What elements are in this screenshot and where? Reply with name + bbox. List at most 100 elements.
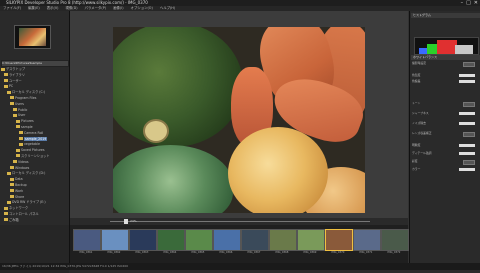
parameter-value-field[interactable] <box>463 62 475 67</box>
folder-tree-label: Pictures <box>21 119 34 124</box>
folder-tree-label: Windows <box>15 165 30 170</box>
folder-icon <box>16 119 20 123</box>
filmstrip-thumbnail[interactable]: IMG_0364 <box>156 227 185 261</box>
filmstrip: IMG_0361 IMG_0362 IMG_0363 IMG_0364 IMG_0365… <box>70 225 409 263</box>
develop-parameter-row[interactable]: 色温度 <box>412 73 479 78</box>
folder-icon <box>4 73 8 77</box>
parameter-value-field[interactable] <box>459 112 475 115</box>
folder-tree-label: Program Files <box>15 95 37 100</box>
folder-tree-label: Work <box>15 188 24 193</box>
histogram-header[interactable]: ヒストグラム <box>411 13 480 18</box>
parameter-label: 明瞭度 <box>412 143 421 147</box>
parameter-label: ディテール強調 <box>412 151 432 155</box>
develop-parameter-row[interactable]: ノイズ除去 <box>412 121 479 126</box>
develop-parameter-row[interactable]: カラー <box>412 167 479 172</box>
white-balance-header[interactable]: ホワイトバランス <box>411 55 480 60</box>
filmstrip-thumbnail[interactable]: IMG_0370 <box>324 227 353 261</box>
develop-parameter-row[interactable]: シャープネス <box>412 111 479 116</box>
thumbnail-caption: IMG_0369 <box>303 251 317 254</box>
develop-parameter-row[interactable]: レンズ収差補正 <box>412 131 479 137</box>
preview-area[interactable] <box>70 11 408 218</box>
folder-tree-label: Data <box>15 177 23 182</box>
parameter-value-field[interactable] <box>459 74 475 77</box>
folder-icon <box>4 218 8 222</box>
filmstrip-thumbnail[interactable]: IMG_0363 <box>128 227 157 261</box>
thumbnail-image <box>353 229 381 251</box>
zoom-slider-handle[interactable] <box>124 219 128 224</box>
thumbnail-caption: IMG_0368 <box>275 251 289 254</box>
folder-icon <box>10 166 14 170</box>
thumbnail-image <box>129 229 157 251</box>
parameter-value-field[interactable] <box>459 122 475 125</box>
folder-tree-item[interactable]: ごみ箱 <box>1 218 67 224</box>
thumbnail-caption: IMG_0361 <box>79 251 93 254</box>
app-window: SILKYPIX Developer Studio Pro 8 (http://… <box>0 0 480 273</box>
folder-tree-label: Share <box>15 194 25 199</box>
filmstrip-thumbnail[interactable]: IMG_0365 <box>184 227 213 261</box>
filmstrip-thumbnail[interactable]: IMG_0361 <box>72 227 101 261</box>
parameter-value-field[interactable] <box>463 102 475 107</box>
folder-icon <box>19 131 23 135</box>
parameter-value-field[interactable] <box>463 160 475 165</box>
develop-parameter-row[interactable]: 明瞭度 <box>412 143 479 148</box>
parameter-label: 色温度 <box>412 73 421 77</box>
parameter-label: カラー <box>412 167 421 171</box>
folder-icon <box>10 96 14 100</box>
parameter-value-field[interactable] <box>459 144 475 147</box>
folder-tree-label: DVD RW ドライブ (E:) <box>12 200 46 205</box>
folder-panel: C:¥Users¥Pictures¥sample デスクトップ ライブラリ ユーザー… <box>0 11 70 273</box>
folder-icon <box>4 206 8 210</box>
folder-tree-label: ローカル ディスク (C:) <box>12 90 46 95</box>
filmstrip-thumbnail[interactable]: IMG_0362 <box>100 227 129 261</box>
folder-tree-label: sample_2019 <box>24 136 48 141</box>
develop-parameter-row[interactable]: 撮影時設定 <box>412 61 479 67</box>
zoom-slider-track[interactable] <box>110 221 370 222</box>
thumbnail-image <box>241 229 269 251</box>
thumbnail-caption: IMG_0367 <box>247 251 261 254</box>
folder-icon <box>1 67 5 71</box>
filmstrip-thumbnail[interactable]: IMG_0368 <box>268 227 297 261</box>
folder-tree-label: Public <box>18 107 28 112</box>
folder-path-field[interactable]: C:¥Users¥Pictures¥sample <box>1 60 69 67</box>
histogram <box>414 37 479 55</box>
folder-icon <box>4 79 8 83</box>
thumbnail-caption: IMG_0366 <box>219 251 233 254</box>
thumbnail-caption: IMG_0363 <box>135 251 149 254</box>
parameter-value-field[interactable] <box>459 80 475 83</box>
folder-icon <box>7 171 11 175</box>
filmstrip-thumbnail[interactable]: IMG_0371 <box>352 227 381 261</box>
develop-parameter-row[interactable]: ディテール強調 <box>412 151 479 156</box>
zoom-level: 24% <box>130 219 137 223</box>
thumbnail-image <box>101 229 129 251</box>
thumbnail-caption: IMG_0364 <box>163 251 177 254</box>
parameter-value-field[interactable] <box>459 152 475 155</box>
folder-icon <box>7 90 11 94</box>
develop-parameter-row[interactable]: 彩度 <box>412 159 479 165</box>
filmstrip-thumbnail[interactable]: IMG_0369 <box>296 227 325 261</box>
zoom-bar: 24% <box>70 218 408 225</box>
develop-parameter-row[interactable]: 色偏差 <box>412 79 479 84</box>
folder-icon <box>10 183 14 187</box>
thumbnail-image <box>297 229 325 251</box>
navigator-thumbnail[interactable] <box>14 25 51 49</box>
folder-icon <box>19 137 23 141</box>
folder-tree-label: ユーザー <box>9 78 22 83</box>
parameter-label: ノイズ除去 <box>412 121 426 125</box>
main-photo[interactable] <box>113 27 365 213</box>
filmstrip-thumbnail[interactable]: IMG_0372 <box>380 227 409 261</box>
parameter-value-field[interactable] <box>459 168 475 171</box>
parameter-value-field[interactable] <box>463 132 475 137</box>
folder-tree-label: ごみ箱 <box>9 217 19 222</box>
folder-tree-label: PC <box>9 84 14 89</box>
folder-tree-label: スクリーンショット <box>21 153 50 158</box>
filmstrip-thumbnail[interactable]: IMG_0366 <box>212 227 241 261</box>
parameter-label: 色偏差 <box>412 79 421 83</box>
folder-icon <box>4 212 8 216</box>
status-bar: 16/36 JPEG ファイル 2019/10/21 12:34 IMG_037… <box>0 263 480 270</box>
develop-parameter-row[interactable]: トーン <box>412 101 479 107</box>
filmstrip-thumbnail[interactable]: IMG_0367 <box>240 227 269 261</box>
thumbnail-caption: IMG_0372 <box>387 251 401 254</box>
folder-icon <box>13 113 17 117</box>
thumbnail-image <box>269 229 297 251</box>
folder-tree-label: ライブラリ <box>9 72 25 77</box>
